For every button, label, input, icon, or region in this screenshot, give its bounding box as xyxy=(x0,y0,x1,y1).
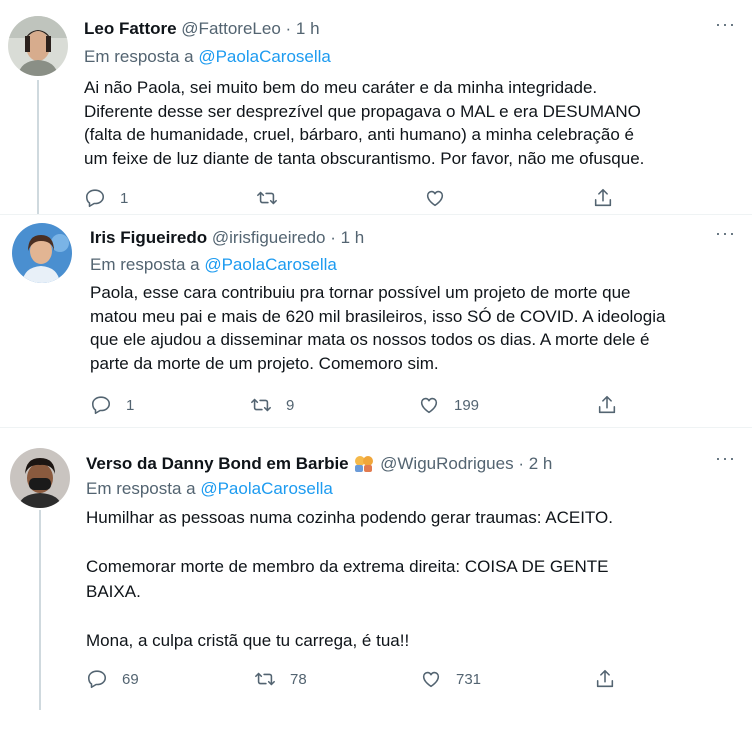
tweet-time[interactable]: · 1 h xyxy=(330,228,364,247)
reply-prefix: Em resposta a xyxy=(86,479,201,498)
reply-icon xyxy=(91,396,111,415)
like-button[interactable] xyxy=(424,187,460,209)
author-name[interactable]: Iris Figueiredo xyxy=(90,228,207,247)
like-icon xyxy=(420,397,438,414)
emoji-icon xyxy=(355,456,374,472)
reply-to-link[interactable]: @PaolaCarosella xyxy=(200,479,333,498)
reply-count: 1 xyxy=(126,396,135,414)
tweet-line: Paola, esse cara contribuiu pra tornar p… xyxy=(90,283,631,302)
reply-prefix: Em resposta a xyxy=(84,47,199,66)
more-icon[interactable]: ··· xyxy=(715,448,736,469)
share-icon xyxy=(598,395,616,414)
reply-button[interactable]: 69 xyxy=(86,668,139,690)
share-button[interactable] xyxy=(596,394,618,416)
thread-line xyxy=(37,80,39,214)
tweet-header: Verso da Danny Bond em Barbie @WiguRodri… xyxy=(86,452,552,475)
tweet-actions: 69 78 731 xyxy=(86,668,626,694)
reply-count: 1 xyxy=(120,189,129,207)
tweet-actions: 1 9 199 xyxy=(90,394,630,420)
tweet-text: Ai não Paola, sei muito bem do meu carát… xyxy=(84,76,724,170)
share-icon xyxy=(596,669,614,688)
tweet-line: Diferente desse ser desprezível que prop… xyxy=(84,101,641,121)
tweet-line: (falta de humanidade, cruel, bárbaro, an… xyxy=(84,125,635,144)
tweet-line: parte da morte de um projeto. Comemoro s… xyxy=(90,353,439,373)
author-handle[interactable]: @irisfigueiredo xyxy=(212,228,326,247)
tweet-header: Iris Figueiredo @irisfigueiredo · 1 h xyxy=(90,227,364,249)
tweet-line: um feixe de luz diante de tanta obscuran… xyxy=(84,148,645,168)
retweet-button[interactable]: 78 xyxy=(254,668,307,690)
more-icon[interactable]: ··· xyxy=(715,14,736,35)
author-handle[interactable]: @FattoreLeo xyxy=(181,19,280,38)
avatar[interactable] xyxy=(8,16,68,76)
retweet-icon xyxy=(257,191,277,205)
tweet-text: Paola, esse cara contribuiu pra tornar p… xyxy=(90,281,730,375)
reply-icon xyxy=(85,189,105,208)
tweet-line: Mona, a culpa cristã que tu carrega, é t… xyxy=(86,630,410,650)
tweet-line xyxy=(86,604,726,629)
thread-line xyxy=(39,510,41,710)
retweet-icon xyxy=(255,672,275,686)
reply-to-link[interactable]: @PaolaCarosella xyxy=(198,47,331,66)
retweet-count: 9 xyxy=(286,396,295,414)
tweet-text: Humilhar as pessoas numa cozinha podendo… xyxy=(86,506,726,653)
retweet-button[interactable] xyxy=(256,187,292,209)
reply-to-link[interactable]: @PaolaCarosella xyxy=(204,255,337,274)
tweet-time[interactable]: · 2 h xyxy=(518,454,552,473)
tweet-actions: 1 xyxy=(84,187,624,213)
share-button[interactable] xyxy=(592,187,614,209)
tweet-line: Humilhar as pessoas numa cozinha podendo… xyxy=(86,508,613,527)
tweet-line xyxy=(86,531,726,556)
like-button[interactable]: 199 xyxy=(418,394,479,416)
retweet-icon xyxy=(251,398,271,412)
tweet-header: Leo Fattore @FattoreLeo · 1 h xyxy=(84,18,320,40)
tweet-line: Ai não Paola, sei muito bem do meu carát… xyxy=(84,78,598,97)
like-button[interactable]: 731 xyxy=(420,668,481,690)
reply-count: 69 xyxy=(122,670,139,688)
like-count: 731 xyxy=(456,670,482,688)
tweet[interactable]: Verso da Danny Bond em Barbie @WiguRodri… xyxy=(0,428,752,730)
like-icon xyxy=(422,671,440,688)
tweet-line: BAIXA. xyxy=(86,581,141,601)
share-icon xyxy=(594,188,612,207)
more-icon[interactable]: ··· xyxy=(715,223,736,244)
retweet-count: 78 xyxy=(290,670,307,688)
share-button[interactable] xyxy=(594,668,616,690)
tweet-line: Comemorar morte de membro da extrema dir… xyxy=(86,557,609,576)
tweet-line: que ele ajudou a disseminar mata os noss… xyxy=(90,330,650,349)
reply-button[interactable]: 1 xyxy=(90,394,134,416)
tweet[interactable]: Iris Figueiredo @irisfigueiredo · 1 h ··… xyxy=(0,215,752,427)
tweet-time[interactable]: · 1 h xyxy=(286,19,320,38)
reply-icon xyxy=(87,670,107,689)
author-name[interactable]: Verso da Danny Bond em Barbie xyxy=(86,454,349,473)
avatar[interactable] xyxy=(12,223,72,283)
tweet[interactable]: Leo Fattore @FattoreLeo · 1 h ··· Em res… xyxy=(0,0,752,214)
avatar[interactable] xyxy=(10,448,70,508)
reply-context: Em resposta a @PaolaCarosella xyxy=(90,254,337,276)
like-icon xyxy=(426,190,444,207)
reply-context: Em resposta a @PaolaCarosella xyxy=(84,46,331,68)
author-handle[interactable]: @WiguRodrigues xyxy=(380,454,513,473)
reply-prefix: Em resposta a xyxy=(90,255,205,274)
reply-button[interactable]: 1 xyxy=(84,187,128,209)
author-name[interactable]: Leo Fattore xyxy=(84,19,177,38)
tweet-line: matou meu pai e mais de 620 mil brasilei… xyxy=(90,306,666,326)
like-count: 199 xyxy=(454,396,480,414)
retweet-button[interactable]: 9 xyxy=(250,394,294,416)
reply-context: Em resposta a @PaolaCarosella xyxy=(86,478,333,500)
